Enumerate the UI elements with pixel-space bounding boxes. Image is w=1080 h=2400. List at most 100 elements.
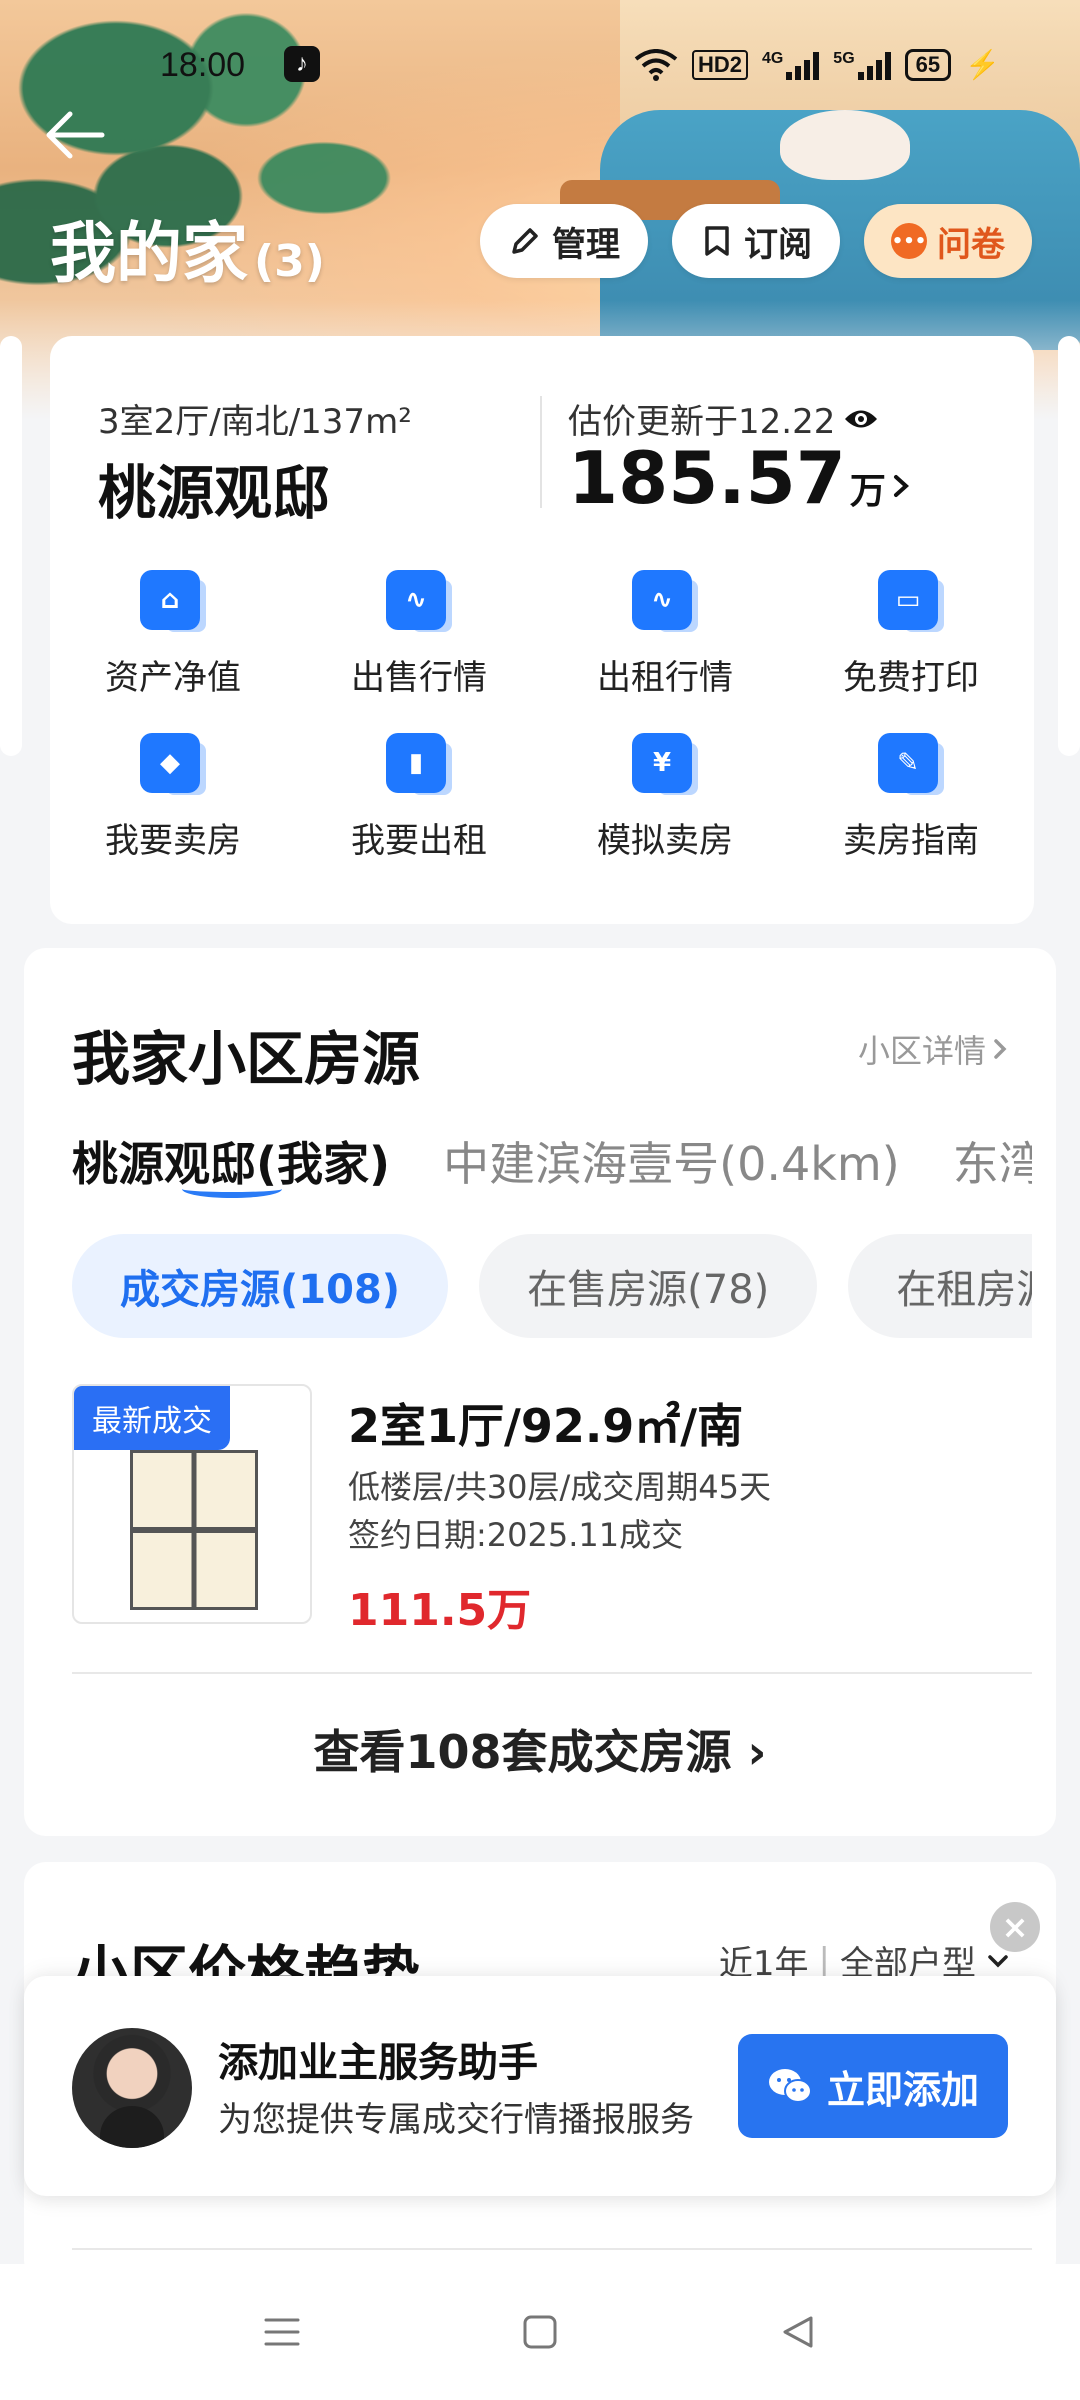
listing-floor-info: 低楼层/共30层/成交周期45天 — [348, 1468, 772, 1506]
service-label: 卖房指南 — [843, 821, 979, 861]
divider — [540, 396, 542, 508]
listing-sign-date: 签约日期:2025.11成交 — [348, 1516, 684, 1554]
wechat-icon — [768, 2069, 812, 2103]
home-name: 桃源观邸 — [98, 459, 331, 527]
prev-home-card-peek[interactable] — [0, 336, 22, 756]
suitcase-icon: ▮ — [386, 733, 452, 799]
view-all-sold-link[interactable]: 查看108套成交房源 › — [24, 1716, 1056, 1782]
valuation-price-unit: 万 — [849, 471, 886, 512]
add-assistant-button[interactable]: 立即添加 — [738, 2034, 1008, 2138]
community-detail-label: 小区详情 — [857, 1032, 986, 1070]
asset-chart-icon: ⌂ — [140, 570, 206, 636]
section-title: 我家小区房源 — [72, 1025, 421, 1093]
service-label: 我要出租 — [351, 821, 487, 861]
system-nav-bar — [0, 2264, 1080, 2400]
edit-icon — [512, 228, 538, 254]
chevron-down-icon — [988, 1954, 1008, 1967]
service-rent-out[interactable]: ▮ 我要出租 — [296, 733, 542, 862]
home-count: (3) — [254, 236, 325, 287]
service-rent-trend[interactable]: ∿ 出租行情 — [542, 570, 788, 699]
community-listings-card: 我家小区房源 小区详情 桃源观邸(我家) 中建滨海壹号(0.4km) 东湾 成交… — [24, 948, 1056, 1836]
assistant-subtitle: 为您提供专属成交行情播报服务 — [218, 2100, 694, 2140]
valuation-price-number: 185.57 — [568, 436, 846, 520]
divider — [72, 2248, 1032, 2250]
assistant-title: 添加业主服务助手 — [218, 2040, 538, 2086]
valuation-price[interactable]: 185.57 万 — [568, 436, 914, 520]
service-sale-trend[interactable]: ∿ 出售行情 — [296, 570, 542, 699]
nav-back-button[interactable] — [770, 2304, 826, 2360]
floorplan-image — [130, 1450, 258, 1610]
manage-button[interactable]: 管理 — [480, 204, 648, 278]
service-label: 我要卖房 — [105, 821, 241, 861]
community-tabs: 桃源观邸(我家) 中建滨海壹号(0.4km) 东湾 — [72, 1128, 1032, 1198]
tab-nearby-community-2[interactable]: 东湾 — [953, 1128, 1032, 1194]
bookmark-icon — [705, 226, 729, 256]
home-card: 3室2厅/南北/137m² 桃源观邸 估价更新于12.22 185.57 万 ⌂… — [50, 336, 1034, 924]
listing-price: 111.5万 — [348, 1585, 532, 1636]
service-label: 出租行情 — [597, 658, 733, 698]
eye-icon[interactable] — [843, 406, 879, 432]
chip-sold[interactable]: 成交房源(108) — [72, 1234, 449, 1338]
triangle-back-icon — [783, 2316, 813, 2348]
back-button[interactable] — [44, 104, 106, 166]
chip-for-rent[interactable]: 在租房源 — [848, 1234, 1032, 1338]
chevron-right-icon — [994, 1039, 1007, 1059]
service-sale-guide[interactable]: ✎ 卖房指南 — [788, 733, 1034, 862]
charging-icon: ⚡ — [965, 49, 1000, 80]
signal-4g-icon: 4G — [762, 50, 820, 80]
close-icon: × — [1001, 1908, 1029, 1946]
status-bar: 18:00 ♪ HD2 4G 5G 65 ⚡ — [0, 40, 1080, 96]
service-asset-value[interactable]: ⌂ 资产净值 — [50, 570, 296, 699]
next-home-card-peek[interactable] — [1058, 336, 1080, 756]
page-title-text: 我的家 — [50, 215, 248, 292]
tiktok-notification-icon: ♪ — [284, 46, 320, 82]
service-simulate-sale[interactable]: ¥ 模拟卖房 — [542, 733, 788, 862]
service-grid: ⌂ 资产净值 ∿ 出售行情 ∿ 出租行情 ▭ 免费打印 ◆ 我要卖房 ▮ 我要出… — [50, 570, 1034, 862]
wifi-icon — [634, 48, 678, 81]
survey-label: 问卷 — [937, 224, 1005, 265]
service-label: 出售行情 — [351, 658, 487, 698]
manage-label: 管理 — [552, 224, 620, 265]
divider — [72, 1672, 1032, 1674]
close-banner-button[interactable]: × — [990, 1902, 1040, 1952]
page-title: 我的家 (3) — [50, 200, 325, 296]
subscribe-label: 订阅 — [744, 224, 812, 265]
nav-home-button[interactable] — [512, 2304, 568, 2360]
home-specs: 3室2厅/南北/137m² — [98, 402, 412, 442]
service-label: 免费打印 — [843, 658, 979, 698]
service-sell-home[interactable]: ◆ 我要卖房 — [50, 733, 296, 862]
view-all-label: 查看108套成交房源 — [313, 1725, 732, 1779]
tab-my-community[interactable]: 桃源观邸(我家) — [72, 1128, 390, 1198]
add-assistant-label: 立即添加 — [826, 2067, 979, 2112]
assistant-banner: 添加业主服务助手 为您提供专属成交行情播报服务 立即添加 — [24, 1976, 1056, 2196]
listing-title: 2室1厅/92.9㎡/南 — [348, 1399, 744, 1453]
chip-for-sale[interactable]: 在售房源(78) — [479, 1234, 818, 1338]
chevron-right-icon: › — [747, 1725, 767, 1779]
nav-menu-button[interactable] — [254, 2304, 310, 2360]
chat-bubble-icon: ••• — [891, 223, 927, 259]
listing-item[interactable]: 最新成交 2室1厅/92.9㎡/南 低楼层/共30层/成交周期45天 签约日期:… — [72, 1384, 1032, 1636]
yuan-house-icon: ¥ — [632, 733, 698, 799]
signal-5g-icon: 5G — [833, 50, 891, 80]
floorplan-thumbnail: 最新成交 — [72, 1384, 312, 1624]
community-detail-link[interactable]: 小区详情 — [858, 1026, 1010, 1072]
chevron-right-icon — [893, 475, 909, 497]
printer-icon: ▭ — [878, 570, 944, 636]
service-label: 模拟卖房 — [597, 821, 733, 861]
service-free-print[interactable]: ▭ 免费打印 — [788, 570, 1034, 699]
service-label: 资产净值 — [105, 658, 241, 698]
hd-badge: HD2 — [691, 49, 748, 80]
sell-tag-icon: ◆ — [140, 733, 206, 799]
arrow-left-icon — [46, 111, 105, 159]
survey-button[interactable]: ••• 问卷 — [864, 204, 1032, 278]
rent-trend-icon: ∿ — [632, 570, 698, 636]
latest-deal-badge: 最新成交 — [74, 1386, 230, 1450]
tab-nearby-community-1[interactable]: 中建滨海壹号(0.4km) — [443, 1128, 900, 1194]
filter-separator: | — [818, 1940, 830, 1981]
subscribe-button[interactable]: 订阅 — [672, 204, 840, 278]
guide-icon: ✎ — [878, 733, 944, 799]
listing-type-chips: 成交房源(108) 在售房源(78) 在租房源 — [72, 1234, 1032, 1338]
battery-indicator: 65 — [904, 48, 952, 81]
assistant-avatar — [72, 2028, 192, 2148]
status-time: 18:00 — [160, 46, 246, 84]
